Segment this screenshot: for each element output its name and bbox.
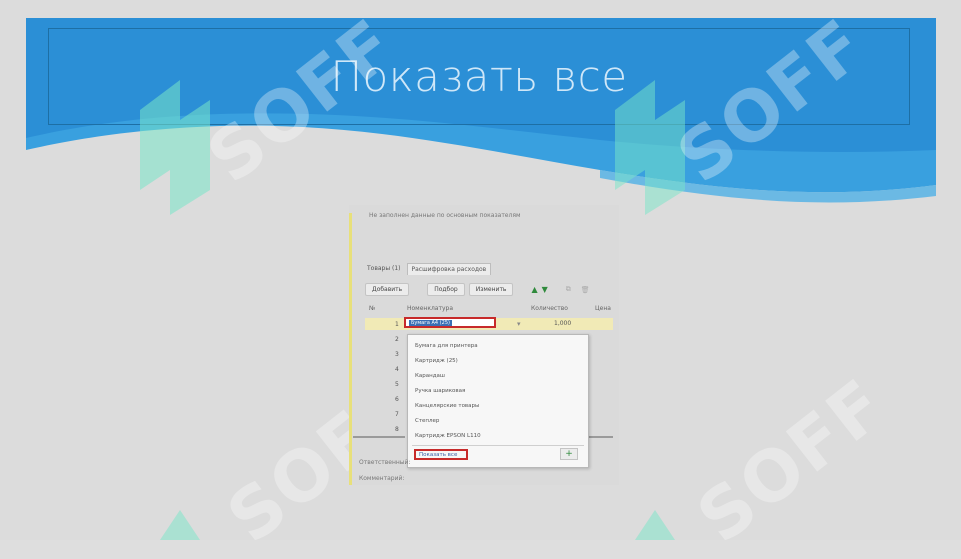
item-input-value: Бумага A4 (25) xyxy=(409,319,452,326)
delete-icon[interactable]: 🗑 xyxy=(581,286,590,294)
page-title: Показать все xyxy=(330,52,628,101)
item-input[interactable]: Бумага A4 (25) xyxy=(404,317,496,328)
dropdown-arrow-icon[interactable]: ▾ xyxy=(517,320,521,328)
move-down-icon[interactable]: ▼ xyxy=(542,285,548,294)
dropdown-item[interactable]: Картридж (25) xyxy=(415,358,458,364)
column-header-price: Цена xyxy=(595,305,611,312)
create-new-button[interactable]: + xyxy=(560,448,578,460)
row-number: 7 xyxy=(395,411,399,418)
dropdown-item[interactable]: Картридж EPSON L110 xyxy=(415,433,481,439)
column-header-qty: Количество xyxy=(531,305,568,312)
comment-label: Комментарий: xyxy=(359,475,405,482)
scrollbar[interactable] xyxy=(589,436,613,438)
move-up-icon[interactable]: ▲ xyxy=(531,285,537,294)
attention-bar xyxy=(349,213,352,485)
row-amount: 1,000 xyxy=(554,320,572,327)
warning-text: Не заполнен данные по основным показател… xyxy=(369,212,521,219)
dropdown-item[interactable]: Карандаш xyxy=(415,373,445,379)
responsible-label: Ответственный: xyxy=(359,459,411,466)
column-header-item: Номенклатура xyxy=(407,305,453,312)
tab-bar: Товары (1) Расшифровка расходов xyxy=(363,263,492,275)
toolbar: Добавить Подбор Изменить ▲ ▼ ⧉ 🗑 xyxy=(365,283,590,296)
autocomplete-dropdown: Бумага для принтера Картридж (25) Каранд… xyxy=(407,334,589,468)
add-button[interactable]: Добавить xyxy=(365,283,410,296)
show-all-link[interactable]: Показать все xyxy=(414,449,468,460)
row-number: 3 xyxy=(395,351,399,358)
dropdown-item[interactable]: Ручка шариковая xyxy=(415,388,465,394)
dropdown-item[interactable]: Бумага для принтера xyxy=(415,343,478,349)
title-box: Показать все xyxy=(48,28,910,125)
pick-button[interactable]: Подбор xyxy=(427,283,465,296)
row-number: 8 xyxy=(395,426,399,433)
column-header-num: № xyxy=(369,305,376,312)
tab-goods[interactable]: Товары (1) xyxy=(363,263,405,275)
dropdown-divider xyxy=(412,445,584,446)
row-number: 1 xyxy=(395,321,399,328)
dropdown-item[interactable]: Степлер xyxy=(415,418,439,424)
copy-icon[interactable]: ⧉ xyxy=(566,285,571,294)
row-number: 5 xyxy=(395,381,399,388)
change-button[interactable]: Изменить xyxy=(468,283,514,296)
embedded-screenshot: Не заполнен данные по основным показател… xyxy=(349,205,619,485)
row-number: 6 xyxy=(395,396,399,403)
dropdown-item[interactable]: Канцелярские товары xyxy=(415,403,479,409)
tab-expenses[interactable]: Расшифровка расходов xyxy=(406,263,492,275)
row-number: 2 xyxy=(395,336,399,343)
scrollbar[interactable] xyxy=(353,436,405,438)
row-number: 4 xyxy=(395,366,399,373)
